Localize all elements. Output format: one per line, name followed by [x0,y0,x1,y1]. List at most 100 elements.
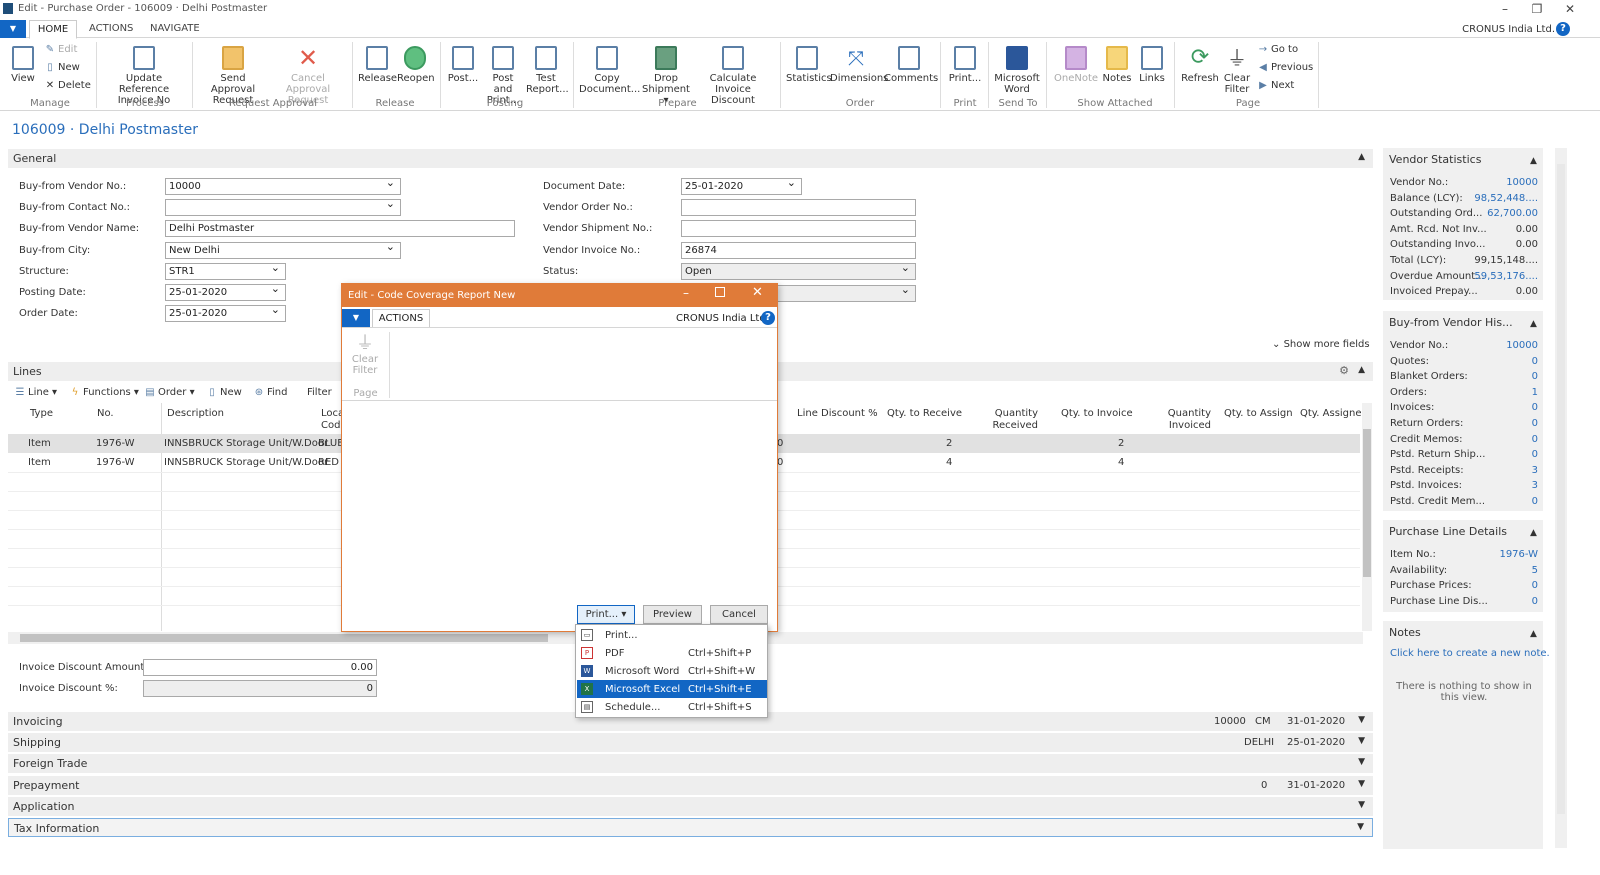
post-button[interactable]: Post... [446,46,480,84]
tax-information-fasttab[interactable]: Tax Information ▼ [8,818,1373,837]
links-button[interactable]: Links [1136,46,1168,84]
dialog-clear-filter-button[interactable]: ⏚ Clear Filter [350,334,380,377]
general-fasttab[interactable]: General ▲ [8,149,1373,168]
chevron-up-icon[interactable]: ▲ [1358,152,1365,162]
chevron-up-icon[interactable]: ▲ [1530,528,1537,538]
vendor-hist-value[interactable]: 1 [1532,387,1538,398]
col-no[interactable]: No. [97,408,114,420]
shipping-fasttab[interactable]: Shipping DELHI 25-01-2020 ▼ [8,733,1373,752]
dialog-maximize-icon[interactable] [715,287,725,297]
next-button[interactable]: ▶ Next [1258,80,1294,91]
new-button[interactable]: ▯ New [45,62,80,73]
col-qty-assigned[interactable]: Qty. Assigned [1300,408,1368,420]
status-field[interactable]: Open [681,261,916,280]
vendor-stats-value[interactable]: 0.00 [1516,286,1538,297]
menu-item-pdf[interactable]: P PDF Ctrl+Shift+P [577,644,767,662]
vendor-shipment-no-field[interactable] [681,220,916,237]
microsoft-word-button[interactable]: Microsoft Word [994,46,1040,95]
dialog-menu-button[interactable]: ▼ [342,309,370,327]
prepayment-fasttab[interactable]: Prepayment 0 31-01-2020 ▼ [8,776,1373,795]
col-qty-to-receive[interactable]: Qty. to Receive [887,408,962,420]
new-line-button[interactable]: ▯ New [207,387,242,398]
post-and-print-button[interactable]: Post and Print... [482,46,524,106]
help-icon[interactable]: ? [1556,22,1570,36]
dialog-close-icon[interactable]: ✕ [752,285,763,300]
find-button[interactable]: ⊛ Find [254,387,288,398]
menu-item-print[interactable]: ▭ Print... [577,626,767,644]
vendor-stats-value[interactable]: 59,53,176.... [1474,271,1538,282]
vendor-hist-value[interactable]: 0 [1532,356,1538,367]
dialog-help-icon[interactable]: ? [761,311,775,325]
vendor-hist-value[interactable]: 0 [1532,449,1538,460]
vendor-stats-value[interactable]: 99,15,148.... [1474,255,1538,266]
pl-details-value[interactable]: 5 [1532,565,1538,576]
vendor-hist-value[interactable]: 0 [1532,371,1538,382]
vendor-hist-value[interactable]: 10000 [1506,340,1538,351]
preview-button[interactable]: Preview [643,605,702,624]
vendor-stats-value[interactable]: 0.00 [1516,239,1538,250]
invoice-discount-pct-field[interactable]: 0 [143,680,377,697]
calculate-invoice-discount-button[interactable]: Calculate Invoice Discount [695,46,771,106]
menu-item-word[interactable]: W Microsoft Word Ctrl+Shift+W [577,662,767,680]
pl-details-value[interactable]: 1976-W [1499,549,1538,560]
vendor-hist-value[interactable]: 3 [1532,465,1538,476]
col-qty-received[interactable]: Quantity Received [990,408,1039,432]
vendor-order-no-field[interactable] [681,199,916,216]
buy-from-vendor-name-field[interactable]: Delhi Postmaster [165,220,515,237]
tab-navigate[interactable]: NAVIGATE [150,20,200,38]
menu-item-excel[interactable]: X Microsoft Excel Ctrl+Shift+E [577,680,767,698]
app-menu-button[interactable]: ▼ [0,20,26,38]
notes-button[interactable]: Notes [1100,46,1134,84]
settings-icon[interactable]: ⚙ [1339,364,1349,377]
print-button[interactable]: Print... [947,46,983,84]
menu-item-schedule[interactable]: ▤ Schedule... Ctrl+Shift+S [577,698,767,716]
buy-from-vendor-no-field[interactable]: 10000 [165,176,401,195]
restore-icon[interactable]: ❐ [1522,1,1552,17]
previous-button[interactable]: ◀ Previous [1258,62,1313,73]
reopen-button[interactable]: Reopen [397,46,435,84]
vendor-stats-value[interactable]: 10000 [1506,177,1538,188]
vendor-stats-value[interactable]: 98,52,448.... [1474,193,1538,204]
invoice-discount-amount-field[interactable]: 0.00 [143,659,377,676]
onenote-button[interactable]: OneNote [1054,46,1098,84]
edit-button[interactable]: ✎ Edit [45,44,78,55]
view-button[interactable]: View [8,46,38,84]
vendor-hist-value[interactable]: 0 [1532,496,1538,507]
col-qty-to-invoice[interactable]: Qty. to Invoice [1061,408,1133,420]
statistics-button[interactable]: Statistics [786,46,832,84]
factbox-scrollbar[interactable] [1555,148,1567,848]
vendor-invoice-no-field[interactable]: 26874 [681,242,916,259]
tab-actions[interactable]: ACTIONS [89,20,133,38]
chevron-up-icon[interactable]: ▲ [1530,319,1537,329]
update-reference-button[interactable]: Update Reference Invoice No [102,46,186,106]
delete-button[interactable]: ✕ Delete [45,80,91,91]
col-qty-to-assign[interactable]: Qty. to Assign [1224,408,1293,420]
chevron-up-icon[interactable]: ▲ [1530,156,1537,166]
vendor-hist-value[interactable]: 0 [1532,418,1538,429]
vendor-hist-value[interactable]: 3 [1532,480,1538,491]
create-note-link[interactable]: Click here to create a new note. [1390,648,1550,659]
col-location-code[interactable]: Loca Code [321,408,341,432]
dimensions-button[interactable]: ⤧ Dimensions [830,46,888,84]
go-to-button[interactable]: → Go to [1258,44,1298,55]
tab-home[interactable]: HOME [29,20,77,39]
foreign-trade-fasttab[interactable]: Foreign Trade ▼ [8,754,1373,773]
minimize-icon[interactable]: – [1490,1,1520,17]
clear-filter-button[interactable]: ⏚ Clear Filter [1221,46,1253,95]
chevron-up-icon[interactable]: ▲ [1530,629,1537,639]
order-date-field[interactable]: 25-01-2020 [165,303,286,322]
col-type[interactable]: Type [30,408,53,420]
dialog-minimize-icon[interactable]: – [683,286,689,300]
refresh-button[interactable]: ⟳ Refresh [1180,46,1220,85]
line-menu-button[interactable]: ☰ Line ▾ [15,387,58,398]
vendor-stats-value[interactable]: 62,700.00 [1487,208,1538,219]
buy-from-city-field[interactable]: New Delhi [165,240,401,259]
chevron-up-icon[interactable]: ▲ [1358,365,1365,375]
drop-shipment-button[interactable]: Drop Shipment ▾ [638,46,694,106]
functions-menu-button[interactable]: ϟ Functions ▾ [70,387,139,398]
col-description[interactable]: Description [167,408,224,420]
structure-field[interactable]: STR1 [165,261,286,280]
cancel-approval-button[interactable]: ✕ Cancel Approval Request [270,46,346,106]
test-report-button[interactable]: Test Report... [526,46,569,95]
comments-button[interactable]: Comments [884,46,938,84]
